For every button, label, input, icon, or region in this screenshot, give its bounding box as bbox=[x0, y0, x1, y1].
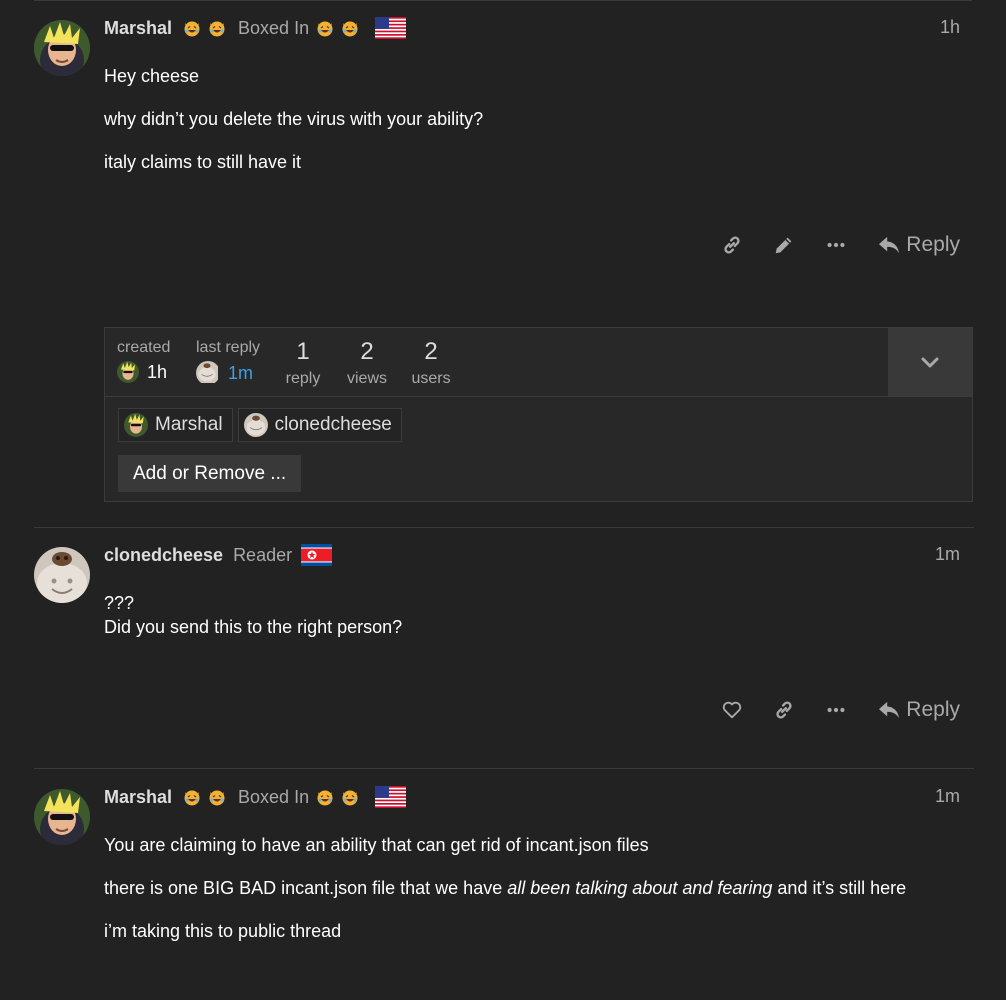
post-paragraph: why didn’t you delete the virus with you… bbox=[104, 109, 484, 129]
avatar-clonedcheese bbox=[196, 361, 220, 385]
post-body: Hey cheese why didn’t you delete the vir… bbox=[104, 64, 954, 193]
post-date[interactable]: 1m bbox=[935, 544, 960, 565]
laughing-cat-emoji-icon bbox=[316, 19, 334, 37]
post-date[interactable]: 1m bbox=[935, 786, 960, 807]
last-reply-label: last reply bbox=[196, 339, 261, 356]
post-body: ??? Did you send this to the right perso… bbox=[104, 591, 954, 639]
us-flag-icon bbox=[375, 17, 407, 39]
like-button[interactable] bbox=[706, 695, 758, 725]
username[interactable]: clonedcheese bbox=[104, 545, 223, 566]
pencil-icon bbox=[776, 237, 792, 254]
link-icon bbox=[724, 236, 740, 254]
created-time: 1h bbox=[147, 361, 168, 382]
users-stat: 2 users bbox=[407, 338, 455, 406]
edit-button[interactable] bbox=[758, 230, 810, 260]
created-label: created bbox=[117, 339, 171, 356]
chevron-down-icon bbox=[921, 357, 939, 368]
copy-link-button[interactable] bbox=[758, 695, 810, 725]
more-icon bbox=[827, 707, 845, 713]
post-marshal-1: Marshal Boxed In 1h Hey cheese why didn’… bbox=[34, 16, 974, 286]
copy-link-button[interactable] bbox=[706, 230, 758, 260]
last-reply-time[interactable]: 1m bbox=[228, 363, 253, 384]
avatar-clonedcheese[interactable] bbox=[34, 547, 90, 603]
add-or-remove-button[interactable]: Add or Remove ... bbox=[118, 455, 302, 492]
last-reply-value: 1m bbox=[196, 361, 260, 385]
participant-name: clonedcheese bbox=[274, 414, 392, 435]
text-span: there is one BIG BAD incant.json file th… bbox=[104, 878, 508, 898]
emphasized-text: all been talking about and fearing bbox=[507, 878, 773, 898]
last-reply-stat: last reply 1m bbox=[196, 339, 260, 407]
more-options-button[interactable] bbox=[810, 695, 862, 725]
participant-marshal[interactable]: Marshal bbox=[118, 408, 233, 442]
more-options-button[interactable] bbox=[810, 230, 862, 260]
username[interactable]: Marshal bbox=[104, 18, 172, 39]
laughing-cat-emoji-icon bbox=[208, 788, 226, 806]
post-paragraph: i’m taking this to public thread bbox=[104, 921, 342, 941]
participants-list: Marshal clonedcheese bbox=[118, 408, 407, 442]
top-divider bbox=[34, 0, 972, 1]
post-paragraph: Hey cheese bbox=[104, 66, 200, 86]
post-actions: Reply bbox=[706, 695, 960, 725]
avatar-clonedcheese bbox=[243, 413, 268, 437]
post-paragraph: italy claims to still have it bbox=[104, 152, 302, 172]
username[interactable]: Marshal bbox=[104, 787, 172, 808]
post-meta: Marshal Boxed In bbox=[104, 785, 407, 809]
users-label: users bbox=[411, 370, 451, 387]
avatar-marshal bbox=[117, 361, 139, 383]
avatar-marshal[interactable] bbox=[34, 20, 90, 76]
replies-stat: 1 reply bbox=[283, 338, 323, 406]
views-label: views bbox=[346, 370, 387, 387]
post-paragraph: there is one BIG BAD incant.json file th… bbox=[104, 876, 954, 900]
laughing-cat-emoji-icon bbox=[341, 788, 359, 806]
us-flag-icon bbox=[375, 786, 407, 808]
views-count: 2 bbox=[360, 338, 374, 365]
reply-button[interactable]: Reply bbox=[878, 233, 960, 257]
heart-icon bbox=[723, 701, 742, 719]
topic-map-toggle-button[interactable] bbox=[888, 328, 972, 396]
created-stat: created 1h bbox=[117, 339, 170, 407]
avatar-marshal bbox=[124, 413, 148, 437]
post-paragraph: Did you send this to the right person? bbox=[104, 617, 403, 637]
replies-count: 1 bbox=[296, 338, 310, 365]
post-meta: Marshal Boxed In bbox=[104, 16, 407, 40]
participant-name: Marshal bbox=[155, 414, 223, 435]
laughing-cat-emoji-icon bbox=[316, 788, 334, 806]
laughing-cat-emoji-icon bbox=[341, 19, 359, 37]
post-divider bbox=[34, 527, 974, 528]
post-date[interactable]: 1h bbox=[940, 17, 960, 38]
laughing-cat-emoji-icon bbox=[208, 19, 226, 37]
users-count: 2 bbox=[424, 338, 438, 365]
views-stat: 2 views bbox=[343, 338, 391, 406]
reply-button[interactable]: Reply bbox=[878, 698, 960, 722]
post-actions: Reply bbox=[706, 230, 960, 260]
post-clonedcheese: clonedcheese Reader 1m ??? Did you send … bbox=[34, 543, 974, 743]
post-marshal-2: Marshal Boxed In 1m You are claiming to … bbox=[34, 785, 974, 1000]
topic-map-summary[interactable]: created 1h last reply 1m 1 reply 2 views… bbox=[105, 328, 972, 397]
reply-label: Reply bbox=[906, 233, 960, 256]
participant-clonedcheese[interactable]: clonedcheese bbox=[237, 408, 402, 442]
reply-icon bbox=[879, 701, 900, 719]
topic-map: created 1h last reply 1m 1 reply 2 views… bbox=[104, 327, 973, 502]
post-paragraph: You are claiming to have an ability that… bbox=[104, 835, 649, 855]
more-icon bbox=[827, 242, 845, 248]
link-icon bbox=[776, 701, 792, 719]
post-meta: clonedcheese Reader bbox=[104, 543, 333, 567]
post-divider bbox=[34, 768, 974, 769]
user-title: Boxed In bbox=[238, 786, 310, 807]
post-body: You are claiming to have an ability that… bbox=[104, 833, 954, 962]
north-korea-flag-icon bbox=[301, 544, 333, 566]
user-title: Reader bbox=[233, 544, 293, 565]
post-paragraph: ??? bbox=[104, 593, 135, 613]
reply-label: Reply bbox=[906, 698, 960, 721]
avatar-marshal[interactable] bbox=[34, 789, 90, 845]
laughing-cat-emoji-icon bbox=[183, 19, 201, 37]
laughing-cat-emoji-icon bbox=[183, 788, 201, 806]
replies-label: reply bbox=[285, 370, 321, 387]
created-value: 1h bbox=[117, 361, 170, 383]
user-title: Boxed In bbox=[238, 17, 310, 38]
text-span: and it’s still here bbox=[772, 878, 907, 898]
reply-icon bbox=[879, 236, 900, 254]
